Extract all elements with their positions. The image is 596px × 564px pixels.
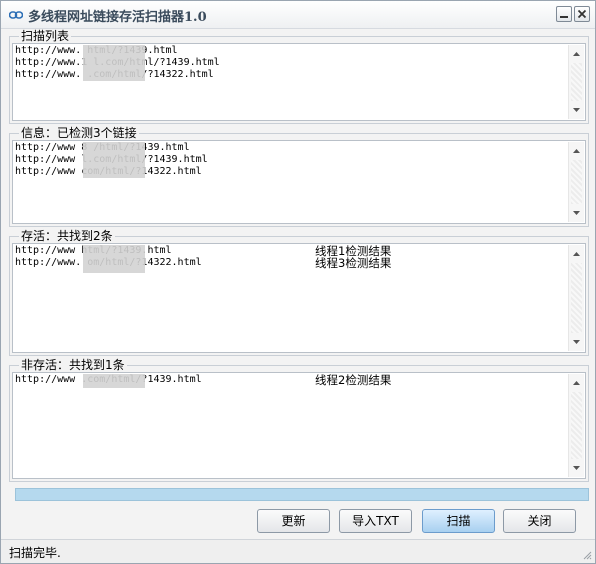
progress-bar (15, 488, 589, 501)
redaction-blur (83, 374, 145, 388)
result-text: 线程3检测结果 (315, 256, 392, 270)
scroll-down-icon[interactable] (569, 103, 584, 117)
alive-group: 存活：共找到2条 http://www html/?1439.html 线程1检… (9, 229, 589, 356)
scan-list-label: 扫描列表 (19, 29, 72, 43)
scan-list-textarea[interactable]: http://www. html/?1439.html http://www.1… (12, 43, 586, 121)
result-text: 线程2检测结果 (315, 373, 392, 387)
scroll-down-icon[interactable] (569, 335, 584, 349)
scan-button[interactable]: 扫描 (422, 509, 495, 533)
info-textarea[interactable]: http://www 8 /html/?1439.html http://www… (12, 140, 586, 224)
dead-textarea[interactable]: http://www .com/html/?1439.html 线程2检测结果 (12, 372, 586, 479)
scan-list-group: 扫描列表 http://www. html/?1439.html http://… (9, 29, 589, 124)
minimize-icon (560, 16, 568, 18)
scroll-up-icon[interactable] (569, 376, 584, 390)
scroll-track[interactable] (571, 160, 582, 204)
scroll-up-icon[interactable] (569, 247, 584, 261)
link-icon (9, 11, 23, 19)
info-group: 信息：已检测3个链接 http://www 8 /html/?1439.html… (9, 126, 589, 227)
scroll-track[interactable] (571, 63, 582, 101)
scroll-down-icon[interactable] (569, 461, 584, 475)
minimize-button[interactable] (556, 6, 572, 22)
scroll-track[interactable] (571, 392, 582, 459)
refresh-button[interactable]: 更新 (257, 509, 330, 533)
app-window: 多线程网址链接存活扫描器1.0 扫描列表 http://www. html/?1… (0, 0, 596, 564)
dead-group: 非存活：共找到1条 http://www .com/html/?1439.htm… (9, 358, 589, 482)
alive-label: 存活：共找到2条 (19, 229, 115, 243)
scroll-up-icon[interactable] (569, 47, 584, 61)
close-window-button[interactable] (574, 6, 590, 22)
vertical-scrollbar[interactable] (568, 45, 584, 119)
status-text: 扫描完毕. (9, 546, 61, 560)
scroll-track[interactable] (571, 263, 582, 333)
redaction-blur (83, 45, 145, 81)
import-txt-button[interactable]: 导入TXT (339, 509, 412, 533)
window-title: 多线程网址链接存活扫描器1.0 (28, 10, 207, 25)
resize-grip-icon[interactable] (582, 550, 592, 560)
close-button[interactable]: 关闭 (503, 509, 576, 533)
vertical-scrollbar[interactable] (568, 142, 584, 222)
alive-textarea[interactable]: http://www html/?1439.html 线程1检测结果 http:… (12, 243, 586, 353)
dead-label: 非存活：共找到1条 (19, 358, 127, 372)
vertical-scrollbar[interactable] (568, 245, 584, 351)
redaction-blur (83, 245, 145, 273)
scroll-down-icon[interactable] (569, 206, 584, 220)
close-icon (577, 9, 587, 19)
info-label: 信息：已检测3个链接 (19, 126, 139, 140)
vertical-scrollbar[interactable] (568, 374, 584, 477)
redaction-blur (83, 142, 145, 178)
status-bar: 扫描完毕. (1, 539, 595, 563)
title-bar[interactable]: 多线程网址链接存活扫描器1.0 (1, 1, 595, 29)
scroll-up-icon[interactable] (569, 144, 584, 158)
